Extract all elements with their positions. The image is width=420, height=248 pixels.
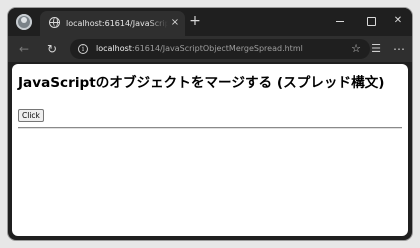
reload-icon[interactable]: ↻ [44, 41, 60, 57]
more-menu-icon[interactable]: ⋯ [392, 41, 406, 57]
url-host: localhost [96, 44, 132, 53]
tab-active[interactable]: localhost:61614/JavaScriptObjectMergeSpr… [40, 11, 185, 36]
tab-bar: localhost:61614/JavaScriptObjectMergeSpr… [8, 8, 412, 36]
new-tab-icon[interactable]: + [188, 14, 202, 28]
maximize-icon[interactable] [364, 15, 378, 27]
site-info-icon[interactable]: i [78, 44, 88, 54]
close-window-icon[interactable]: ✕ [391, 15, 405, 27]
favorites-list-icon[interactable]: ☰ [369, 41, 383, 57]
horizontal-rule [18, 127, 402, 129]
address-bar[interactable]: i localhost:61614/JavaScriptObjectMergeS… [70, 39, 370, 59]
favorite-star-icon[interactable]: ☆ [350, 42, 362, 56]
minimize-icon[interactable] [333, 15, 347, 27]
tab-title: localhost:61614/JavaScriptObjectMergeSpr… [66, 19, 168, 28]
globe-icon [49, 17, 60, 28]
profile-avatar-icon[interactable] [16, 14, 32, 30]
tab-close-icon[interactable]: × [169, 17, 181, 29]
click-button[interactable]: Click [18, 109, 44, 122]
page-heading: JavaScriptのオブジェクトをマージする (スプレッド構文) [18, 75, 385, 91]
url-text[interactable]: localhost:61614/JavaScriptObjectMergeSpr… [96, 42, 303, 56]
back-arrow-icon[interactable]: ← [16, 41, 32, 57]
page-content: JavaScriptのオブジェクトをマージする (スプレッド構文) Click [12, 64, 408, 236]
toolbar: ← ↻ i localhost:61614/JavaScriptObjectMe… [8, 36, 412, 62]
url-path: :61614/JavaScriptObjectMergeSpread.html [131, 44, 303, 53]
browser-window: localhost:61614/JavaScriptObjectMergeSpr… [8, 8, 412, 240]
